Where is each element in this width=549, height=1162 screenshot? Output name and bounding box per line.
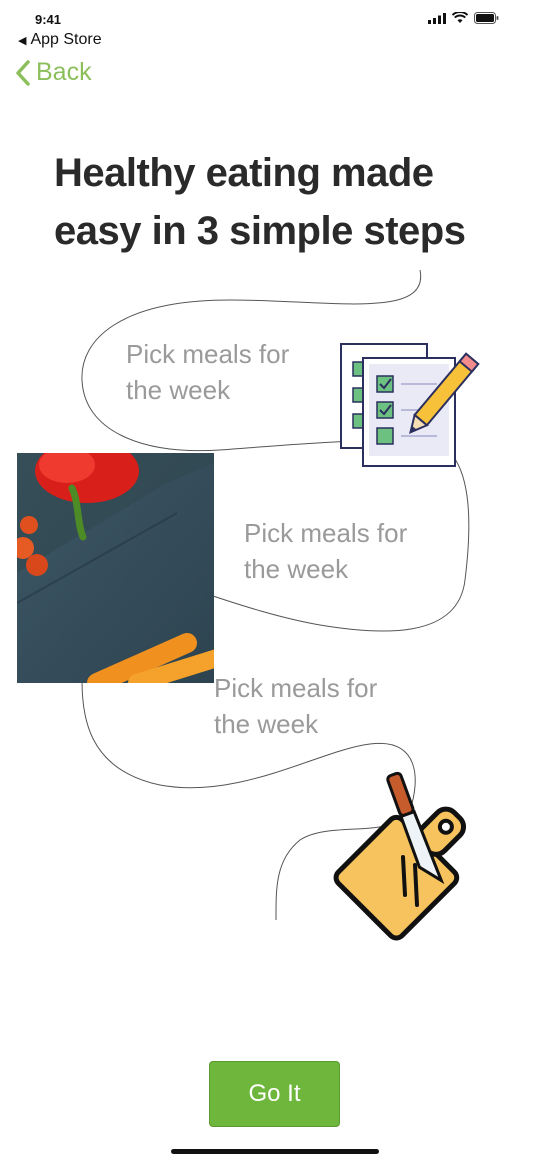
home-indicator [171, 1149, 379, 1154]
step-3-label: Pick meals for the week [214, 673, 378, 739]
step-1-label: Pick meals for the week [126, 339, 290, 405]
vegetables-photo [17, 453, 214, 683]
cutting-board-knife-icon [333, 771, 467, 941]
go-it-button[interactable]: Go It [209, 1061, 340, 1127]
step-2-label: Pick meals for the week [244, 518, 408, 584]
clipboard-checklist-icon [340, 343, 480, 467]
